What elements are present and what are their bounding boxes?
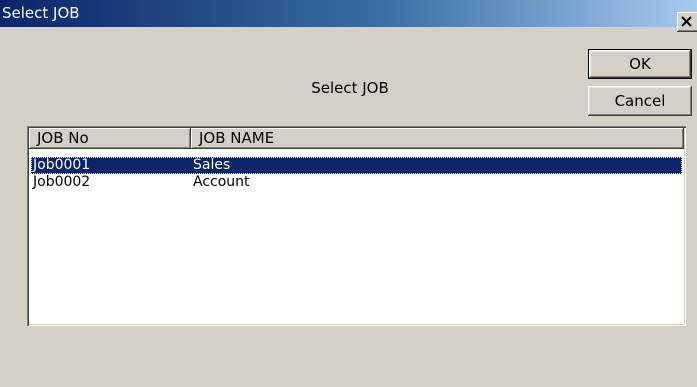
job-name-cell: Account — [193, 174, 250, 190]
job-name-cell: Sales — [193, 157, 231, 173]
window-title: Select JOB — [2, 4, 80, 22]
column-header-job-name[interactable]: JOB NAME — [191, 128, 684, 149]
select-job-dialog: Select JOB Select JOB OK Cancel JOB No J… — [0, 0, 697, 387]
list-row[interactable]: Job0002 Account — [31, 174, 682, 191]
close-button[interactable] — [677, 12, 697, 32]
column-header-job-no[interactable]: JOB No — [29, 128, 191, 149]
job-no-cell: Job0002 — [33, 174, 91, 190]
job-list[interactable]: JOB No JOB NAME Job0001 Sales Job0002 Ac… — [27, 126, 686, 326]
cancel-button[interactable]: Cancel — [588, 86, 692, 116]
close-icon — [681, 16, 692, 27]
title-bar[interactable]: Select JOB — [0, 0, 697, 27]
ok-button[interactable]: OK — [588, 49, 692, 79]
dialog-prompt: Select JOB — [311, 79, 389, 97]
job-no-cell: Job0001 — [33, 157, 91, 173]
list-row[interactable]: Job0001 Sales — [31, 157, 682, 174]
list-header: JOB No JOB NAME — [29, 128, 684, 149]
